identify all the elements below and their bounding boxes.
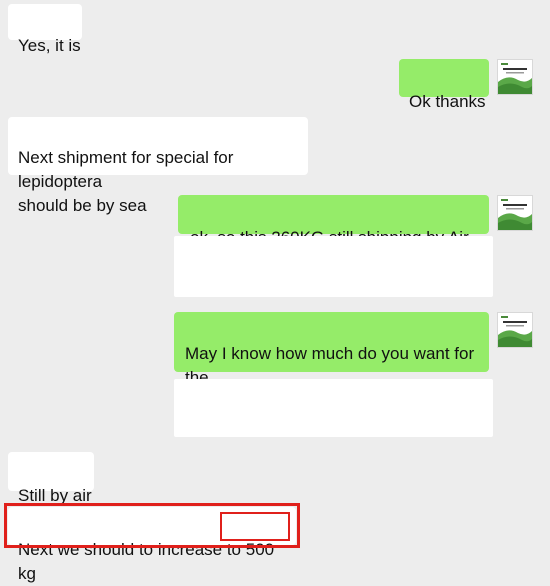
message-bubble-incoming[interactable]: Still by air — [8, 452, 94, 505]
message-bubble-outgoing[interactable]: Ok thanks — [399, 59, 489, 111]
message-bubble-incoming[interactable]: Yes, it is — [8, 4, 82, 55]
company-logo-avatar-icon — [498, 60, 532, 94]
company-logo-avatar-icon — [498, 196, 532, 230]
message-text: Still by air — [18, 486, 92, 505]
sender-avatar[interactable] — [497, 312, 533, 348]
sender-avatar[interactable] — [497, 59, 533, 95]
message-bubble-outgoing[interactable]: May I know how much do you want for the … — [174, 312, 489, 411]
sender-avatar[interactable] — [497, 195, 533, 231]
message-text: Ok thanks — [409, 92, 486, 111]
message-bubble-incoming[interactable]: Next shipment for special for lepidopter… — [8, 117, 308, 215]
company-logo-avatar-icon — [498, 313, 532, 347]
message-bubble-incoming[interactable]: Next we should to increase to 500 kg — [8, 507, 296, 583]
chat-message-list: Yes, it is Ok thanks Next shipment for s… — [0, 0, 550, 583]
message-text: Yes, it is — [18, 36, 81, 55]
message-bubble-outgoing[interactable]: ok ,so this 260KG still shipping by Air … — [178, 195, 489, 271]
blank-image-placeholder[interactable] — [174, 236, 493, 297]
blank-image-placeholder[interactable] — [174, 379, 493, 437]
